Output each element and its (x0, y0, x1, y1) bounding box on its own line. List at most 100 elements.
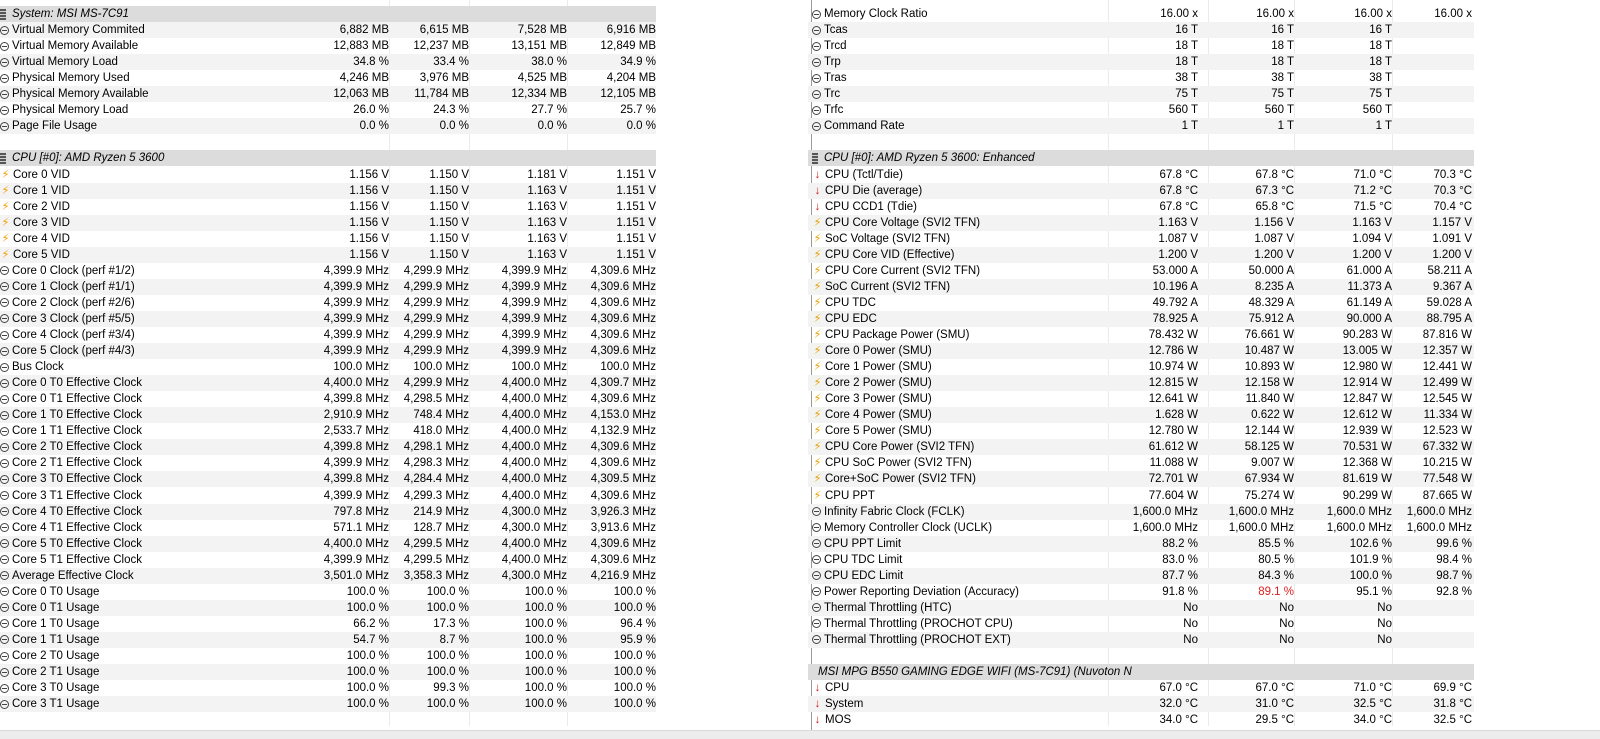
average-value: 3,913.6 MHz (590, 521, 656, 534)
sensor-group-header[interactable]: MSI MPG B550 GAMING EDGE WIFI (MS-7C91) … (808, 664, 1474, 681)
sensor-group-header[interactable]: CPU [#0]: AMD Ryzen 5 3600: Enhanced (808, 150, 1474, 167)
sensor-row[interactable]: Core 2 T1 Usage 100.0 % 100.0 % 100.0 % 100.… (0, 664, 656, 681)
sensor-row[interactable]: ⚡ Core 4 VID 1.156 V 1.150 V 1.163 V 1.151 V (0, 231, 656, 247)
sensor-row[interactable]: Command Rate 1 T 1 T 1 T (808, 118, 1474, 135)
sensor-row[interactable]: CPU EDC Limit 87.7 % 84.3 % 100.0 % 98.7 % (808, 567, 1474, 584)
sensor-row[interactable]: ↓ CPU (Tctl/Tdie) 67.8 °C 67.8 °C 71.0 °C 70.… (808, 167, 1474, 183)
sensor-row[interactable]: Core 0 T1 Usage 100.0 % 100.0 % 100.0 % 100.… (0, 599, 656, 616)
sensor-row[interactable]: ⚡ Core 5 Power (SMU) 12.780 W 12.144 W 12.93… (808, 423, 1474, 439)
sensor-row[interactable]: Physical Memory Available 12,063 MB 11,784… (0, 86, 656, 103)
sensor-row[interactable]: Core 3 T0 Effective Clock 4,399.8 MHz 4,28… (0, 471, 656, 488)
maximum-value: 0.0 % (537, 120, 567, 133)
sensor-row[interactable]: Thermal Throttling (HTC) No No No (808, 599, 1474, 616)
sensor-row[interactable]: Core 0 Clock (perf #1/2) 4,399.9 MHz 4,299… (0, 263, 656, 279)
current-value: 1.087 V (1158, 232, 1198, 245)
sensor-row[interactable]: ⚡ Core 0 VID 1.156 V 1.150 V 1.181 V 1.151 V (0, 167, 656, 183)
sensor-row[interactable]: ⚡ CPU Core Voltage (SVI2 TFN) 1.163 V 1.156… (808, 214, 1474, 231)
sensor-row[interactable]: ⚡ CPU Core VID (Effective) 1.200 V 1.200 V 1… (808, 246, 1474, 263)
sensor-row[interactable]: ⚡ CPU Core Current (SVI2 TFN) 53.000 A 50.0… (808, 263, 1474, 279)
sensor-row[interactable]: Core 0 T0 Usage 100.0 % 100.0 % 100.0 % 100.… (0, 584, 656, 600)
sensor-row[interactable]: ⚡ SoC Current (SVI2 TFN) 10.196 A 8.235 A 11… (808, 278, 1474, 295)
sensor-row[interactable]: Physical Memory Load 26.0 % 24.3 % 27.7 % 25… (0, 102, 656, 118)
sensor-row[interactable]: Core 3 T0 Usage 100.0 % 99.3 % 100.0 % 100.0… (0, 680, 656, 696)
sensor-row[interactable]: ⚡ Core 2 VID 1.156 V 1.150 V 1.163 V 1.151 V (0, 199, 656, 215)
sensor-row[interactable]: Core 3 T1 Usage 100.0 % 100.0 % 100.0 % 100.… (0, 696, 656, 713)
sensor-row[interactable]: ↓ CPU 67.0 °C 67.0 °C 71.0 °C 69.9 °C (808, 680, 1474, 696)
sensor-row[interactable]: Virtual Memory Load 34.8 % 33.4 % 38.0 % 34.… (0, 54, 656, 71)
sensor-label: ⚡ CPU Core VID (Effective) (812, 247, 1132, 263)
sensor-row[interactable]: Core 0 T1 Effective Clock 4,399.8 MHz 4,29… (0, 391, 656, 407)
sensor-row[interactable]: Average Effective Clock 3,501.0 MHz 3,358.… (0, 567, 656, 584)
sensor-row[interactable]: ⚡ CPU Package Power (SMU) 78.432 W 76.661 W… (808, 327, 1474, 343)
sensor-row[interactable]: Core 1 T0 Usage 66.2 % 17.3 % 100.0 % 96.4 % (0, 616, 656, 632)
sensor-row[interactable]: CPU TDC Limit 83.0 % 80.5 % 101.9 % 98.4 % (808, 552, 1474, 568)
sensor-row[interactable]: Core 4 T1 Effective Clock 571.1 MHz 128.7 … (0, 520, 656, 536)
sensor-row[interactable]: Memory Clock Ratio 16.00 x 16.00 x 16.00 x 1… (808, 6, 1474, 22)
sensor-row[interactable]: Core 5 Clock (perf #4/3) 4,399.9 MHz 4,299… (0, 343, 656, 360)
sensor-row[interactable]: ⚡ CPU SoC Power (SVI2 TFN) 11.088 W 9.007 W… (808, 455, 1474, 471)
sensor-row[interactable]: Core 2 T0 Effective Clock 4,399.8 MHz 4,29… (0, 439, 656, 456)
sensor-name: Core 1 Power (SMU) (825, 361, 932, 374)
sensor-row[interactable]: ⚡ Core 5 VID 1.156 V 1.150 V 1.163 V 1.151 V (0, 246, 656, 263)
sensor-row[interactable]: Infinity Fabric Clock (FCLK) 1,600.0 MHz 1… (808, 503, 1474, 520)
sensor-row[interactable]: Trc 75 T 75 T 75 T (808, 86, 1474, 103)
sensor-row[interactable]: Core 1 T0 Effective Clock 2,910.9 MHz 748.… (0, 407, 656, 424)
sensor-row[interactable]: Core 2 Clock (perf #2/6) 4,399.9 MHz 4,299… (0, 295, 656, 311)
sensor-row[interactable]: Physical Memory Used 4,246 MB 3,976 MB 4,52… (0, 70, 656, 86)
sensor-group-header[interactable]: CPU [#0]: AMD Ryzen 5 3600 (0, 150, 656, 167)
sensor-row[interactable]: Trcd 18 T 18 T 18 T (808, 38, 1474, 54)
sensor-row[interactable]: ⚡ Core 3 VID 1.156 V 1.150 V 1.163 V 1.151 V (0, 214, 656, 231)
sensor-row[interactable]: Core 1 T1 Effective Clock 2,533.7 MHz 418.… (0, 423, 656, 439)
sensor-row[interactable]: CPU PPT Limit 88.2 % 85.5 % 102.6 % 99.6 % (808, 535, 1474, 552)
sensor-row[interactable]: Core 4 T0 Effective Clock 797.8 MHz 214.9 … (0, 503, 656, 520)
sensor-row[interactable]: Core 2 T0 Usage 100.0 % 100.0 % 100.0 % 100.… (0, 648, 656, 664)
sensor-row[interactable]: Trp 18 T 18 T 18 T (808, 54, 1474, 71)
current-value: 1.156 V (349, 184, 389, 197)
sensor-name: CPU (825, 682, 850, 695)
sensor-row[interactable]: Bus Clock 100.0 MHz 100.0 MHz 100.0 MHz 100.… (0, 359, 656, 375)
sensor-row[interactable]: ⚡ Core 4 Power (SMU) 1.628 W 0.622 W 12.612 … (808, 407, 1474, 424)
sensor-row[interactable]: Core 5 T1 Effective Clock 4,399.9 MHz 4,29… (0, 552, 656, 568)
sensor-row[interactable]: Tcas 16 T 16 T 16 T (808, 22, 1474, 39)
maximum-value: 100.0 % (524, 666, 567, 679)
maximum-value: 4,400.0 MHz (501, 473, 567, 486)
maximum-value: 101.9 % (1349, 553, 1392, 566)
sensor-row[interactable]: ⚡ SoC Voltage (SVI2 TFN) 1.087 V 1.087 V 1.0… (808, 231, 1474, 247)
current-value: 4,399.8 MHz (323, 393, 389, 406)
sensor-row[interactable]: ⚡ Core 1 Power (SMU) 10.974 W 10.893 W 12.98… (808, 359, 1474, 375)
sensor-row[interactable]: Virtual Memory Available 12,883 MB 12,237 … (0, 38, 656, 54)
sensor-row[interactable]: Tras 38 T 38 T 38 T (808, 70, 1474, 86)
sensor-row[interactable]: ⚡ CPU Core Power (SVI2 TFN) 61.612 W 58.125… (808, 439, 1474, 456)
sensor-row[interactable]: Core 0 T0 Effective Clock 4,400.0 MHz 4,29… (0, 375, 656, 392)
sensor-row[interactable]: ⚡ Core 0 Power (SMU) 12.786 W 10.487 W 13.00… (808, 343, 1474, 360)
sensor-group-header[interactable]: System: MSI MS-7C91 (0, 6, 656, 22)
sensor-row[interactable]: ⚡ CPU TDC 49.792 A 48.329 A 61.149 A 59.028 A (808, 295, 1474, 311)
sensor-row[interactable]: ↓ CPU Die (average) 67.8 °C 67.3 °C 71.2 °C 7… (808, 182, 1474, 199)
sensor-row[interactable]: ⚡ Core+SoC Power (SVI2 TFN) 72.701 W 67.934… (808, 471, 1474, 488)
sensor-row[interactable]: ⚡ Core 1 VID 1.156 V 1.150 V 1.163 V 1.151 V (0, 182, 656, 199)
sensor-row[interactable]: ⚡ CPU PPT 77.604 W 75.274 W 90.299 W 87.665 W (808, 488, 1474, 504)
sensor-row[interactable]: Core 3 T1 Effective Clock 4,399.9 MHz 4,29… (0, 488, 656, 504)
sensor-row[interactable]: Core 1 Clock (perf #1/1) 4,399.9 MHz 4,299… (0, 278, 656, 295)
maximum-value: 100.0 % (524, 601, 567, 614)
sensor-row[interactable]: ↓ CPU CCD1 (Tdie) 67.8 °C 65.8 °C 71.5 °C 70.… (808, 199, 1474, 215)
sensor-row[interactable]: Power Reporting Deviation (Accuracy) 91.8… (808, 584, 1474, 600)
sensor-row[interactable]: Core 3 Clock (perf #5/5) 4,399.9 MHz 4,299… (0, 310, 656, 327)
sensor-row[interactable]: Virtual Memory Commited 6,882 MB 6,615 MB 7… (0, 22, 656, 39)
sensor-row[interactable]: ↓ System 32.0 °C 31.0 °C 32.5 °C 31.8 °C (808, 696, 1474, 713)
sensor-row[interactable]: Memory Controller Clock (UCLK) 1,600.0 MH… (808, 520, 1474, 536)
sensor-row[interactable]: Page File Usage 0.0 % 0.0 % 0.0 % 0.0 % (0, 118, 656, 135)
minimum-value: 100.0 % (426, 698, 469, 711)
sensor-row[interactable]: ⚡ CPU EDC 78.925 A 75.912 A 90.000 A 88.795 A (808, 310, 1474, 327)
sensor-row[interactable]: ↓ MOS 34.0 °C 29.5 °C 34.0 °C 32.5 °C (808, 712, 1474, 728)
sensor-row[interactable]: ⚡ Core 2 Power (SMU) 12.815 W 12.158 W 12.91… (808, 375, 1474, 392)
sensor-row[interactable]: ⚡ Core 3 Power (SMU) 12.641 W 11.840 W 12.84… (808, 391, 1474, 407)
sensor-row[interactable]: Core 5 T0 Effective Clock 4,400.0 MHz 4,29… (0, 535, 656, 552)
sensor-row[interactable]: Core 1 T1 Usage 54.7 % 8.7 % 100.0 % 95.9 % (0, 631, 656, 648)
sensor-row[interactable]: Trfc 560 T 560 T 560 T (808, 102, 1474, 118)
sensor-row[interactable]: Core 4 Clock (perf #3/4) 4,399.9 MHz 4,299… (0, 327, 656, 343)
sensor-row[interactable]: Core 2 T1 Effective Clock 4,399.9 MHz 4,29… (0, 455, 656, 471)
maximum-value: 71.0 °C (1353, 168, 1392, 181)
sensor-row[interactable]: Thermal Throttling (PROCHOT EXT) No No No (808, 631, 1474, 648)
sensor-row[interactable]: Thermal Throttling (PROCHOT CPU) No No No (808, 616, 1474, 632)
